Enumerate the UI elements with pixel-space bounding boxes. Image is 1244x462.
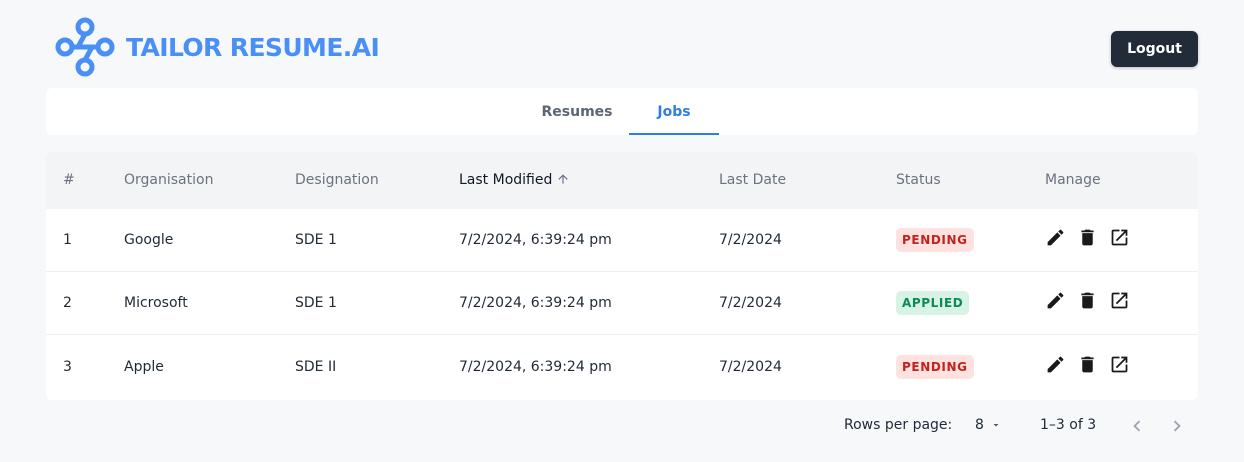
status-badge: APPLIED (896, 291, 970, 315)
rows-per-page-value: 8 (975, 417, 984, 433)
open-external-icon[interactable] (1109, 354, 1130, 375)
column-header-number: # (63, 172, 75, 188)
cell-organisation: Google (124, 232, 174, 248)
edit-icon[interactable] (1045, 290, 1066, 311)
logo-icon (55, 17, 115, 77)
cell-organisation: Microsoft (124, 295, 188, 311)
sort-ascending-icon (558, 173, 569, 184)
cell-designation: SDE II (295, 359, 337, 375)
delete-icon[interactable] (1077, 290, 1098, 311)
tab-jobs[interactable]: Jobs (629, 88, 719, 135)
logo[interactable]: TAILOR RESUME.AI (54, 16, 380, 78)
table-header: # Organisation Designation Last Modified… (46, 152, 1198, 209)
cell-status: APPLIED (896, 272, 970, 335)
status-badge: PENDING (896, 228, 974, 252)
cell-organisation: Apple (124, 359, 164, 375)
cell-status: PENDING (896, 336, 974, 399)
manage-actions (1045, 290, 1141, 311)
cell-number: 1 (63, 232, 72, 248)
column-header-organisation[interactable]: Organisation (124, 152, 213, 209)
table-row: 1 Google SDE 1 7/2/2024, 6:39:24 pm 7/2/… (46, 209, 1198, 272)
rows-per-page-select[interactable]: 8 (975, 417, 1002, 433)
open-external-icon[interactable] (1109, 227, 1130, 248)
column-header-last-modified[interactable]: Last Modified (459, 152, 570, 209)
next-page-button[interactable] (1166, 415, 1190, 437)
column-header-manage: Manage (1045, 172, 1101, 188)
open-external-icon[interactable] (1109, 290, 1130, 311)
column-header-status[interactable]: Status (896, 152, 941, 209)
logout-button[interactable]: Logout (1111, 31, 1198, 67)
cell-last-date: 7/2/2024 (719, 232, 782, 248)
rows-per-page-label: Rows per page: (844, 417, 953, 433)
caret-down-icon (993, 424, 999, 427)
cell-last-date: 7/2/2024 (719, 359, 782, 375)
column-header-last-modified-label: Last Modified (459, 172, 553, 188)
chevron-left-icon (1133, 420, 1141, 432)
jobs-table: # Organisation Designation Last Modified… (46, 152, 1198, 400)
pagination-range: 1–3 of 3 (1040, 417, 1097, 433)
column-header-designation[interactable]: Designation (295, 152, 379, 209)
edit-icon[interactable] (1045, 354, 1066, 375)
cell-designation: SDE 1 (295, 295, 337, 311)
edit-icon[interactable] (1045, 227, 1066, 248)
pagination: Rows per page: 8 1–3 of 3 (0, 400, 1244, 452)
status-badge: PENDING (896, 355, 974, 379)
cell-number: 3 (63, 359, 72, 375)
app-title: TAILOR RESUME.AI (126, 32, 380, 62)
chevron-right-icon (1173, 420, 1181, 432)
manage-actions (1045, 354, 1141, 375)
previous-page-button[interactable] (1126, 415, 1150, 437)
cell-designation: SDE 1 (295, 232, 337, 248)
delete-icon[interactable] (1077, 354, 1098, 375)
cell-last-modified: 7/2/2024, 6:39:24 pm (459, 295, 612, 311)
cell-number: 2 (63, 295, 72, 311)
tab-resumes[interactable]: Resumes (525, 88, 629, 135)
cell-last-modified: 7/2/2024, 6:39:24 pm (459, 232, 612, 248)
cell-last-date: 7/2/2024 (719, 295, 782, 311)
tab-bar: Resumes Jobs (46, 88, 1198, 135)
cell-status: PENDING (896, 209, 974, 272)
table-row: 3 Apple SDE II 7/2/2024, 6:39:24 pm 7/2/… (46, 336, 1198, 399)
delete-icon[interactable] (1077, 227, 1098, 248)
manage-actions (1045, 227, 1141, 248)
cell-last-modified: 7/2/2024, 6:39:24 pm (459, 359, 612, 375)
header: TAILOR RESUME.AI Logout (0, 0, 1244, 88)
table-row: 2 Microsoft SDE 1 7/2/2024, 6:39:24 pm 7… (46, 272, 1198, 335)
column-header-last-date[interactable]: Last Date (719, 152, 786, 209)
